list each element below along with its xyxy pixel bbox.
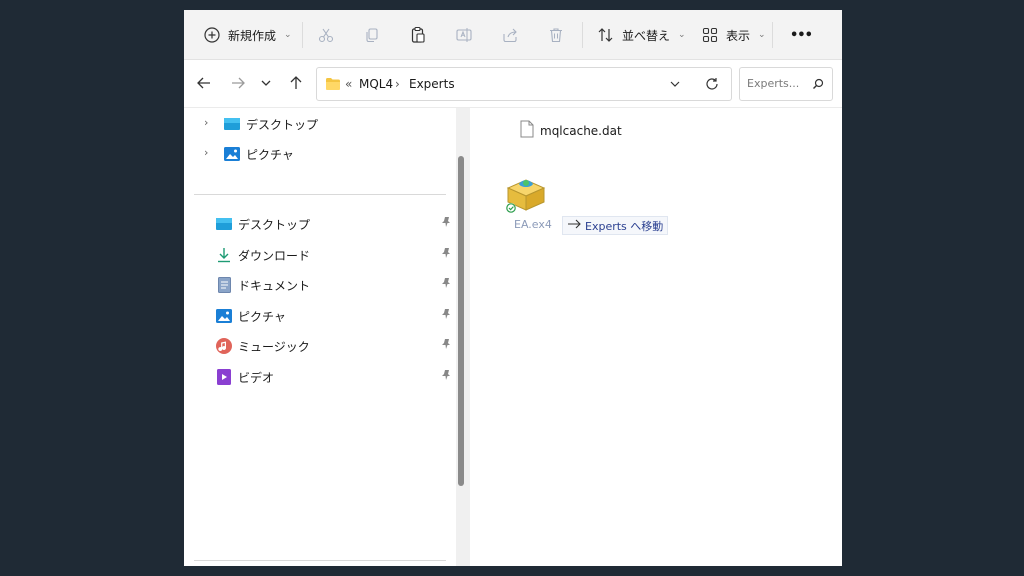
quick-access-desktop[interactable]: デスクトップ <box>184 212 454 236</box>
sidebar-item-pictures[interactable]: › ピクチャ <box>184 142 454 166</box>
sidebar-scrollbar-thumb[interactable] <box>458 156 464 486</box>
desktop-icon <box>224 116 240 132</box>
arrow-right-icon <box>567 219 581 232</box>
file-list: mqlcache.dat EA.ex4 Experts へ移動 <box>474 108 842 566</box>
toolbar-separator <box>582 22 583 48</box>
scissors-icon <box>316 25 336 45</box>
quick-access-downloads[interactable]: ダウンロード <box>184 243 454 267</box>
documents-icon <box>216 277 232 293</box>
dragged-file-name: EA.ex4 <box>514 218 552 231</box>
quick-access-pictures[interactable]: ピクチャ <box>184 304 454 328</box>
chevron-down-icon: ⌄ <box>284 30 292 40</box>
sidebar-item-label: ミュージック <box>238 339 310 354</box>
back-button[interactable] <box>192 72 216 96</box>
quick-access-documents[interactable]: ドキュメント <box>184 273 454 297</box>
sidebar-divider <box>194 560 446 561</box>
plus-circle-icon <box>202 25 222 45</box>
command-bar: 新規作成 ⌄ 並べ替え ⌄ 表示 ⌄ ••• <box>184 10 842 60</box>
refresh-icon[interactable] <box>705 77 719 94</box>
copy-icon <box>362 25 382 45</box>
pin-icon[interactable] <box>440 369 452 384</box>
pictures-icon <box>216 308 232 324</box>
quick-access-music[interactable]: ミュージック <box>184 334 454 358</box>
sidebar-item-label: デスクトップ <box>238 217 311 232</box>
share-icon <box>500 25 520 45</box>
desktop-icon <box>216 216 232 232</box>
navigation-pane: › デスクトップ › ピクチャ デスクトップ ダウンロード ドキュメント ピクチ… <box>184 108 470 566</box>
paste-button[interactable] <box>408 10 428 60</box>
sidebar-item-desktop[interactable]: › デスクトップ <box>184 112 454 136</box>
download-icon <box>216 247 232 263</box>
pin-icon[interactable] <box>440 216 452 231</box>
breadcrumb-separator-icon: › <box>395 77 400 91</box>
file-icon <box>520 120 534 141</box>
file-explorer-window: 新規作成 ⌄ 並べ替え ⌄ 表示 ⌄ ••• « MQL4 › Experts … <box>184 10 842 566</box>
search-input[interactable]: Experts... <box>739 67 833 101</box>
grid-view-icon <box>700 25 720 45</box>
drag-tooltip-label: Experts へ移動 <box>585 219 664 233</box>
breadcrumb-experts[interactable]: Experts <box>409 76 455 92</box>
pin-icon[interactable] <box>440 338 452 353</box>
arrow-left-icon <box>196 75 212 94</box>
sidebar-divider <box>194 194 446 195</box>
copy-button[interactable] <box>362 10 382 60</box>
breadcrumb-overflow[interactable]: « <box>345 76 352 92</box>
address-row: « MQL4 › Experts Experts... <box>184 60 842 108</box>
ex4-file-icon <box>504 179 548 217</box>
recent-locations-button[interactable] <box>254 72 278 96</box>
address-history-chevron-icon[interactable] <box>669 78 681 93</box>
sidebar-item-label: ピクチャ <box>238 309 286 324</box>
view-button[interactable]: 表示 ⌄ <box>700 10 766 60</box>
video-icon <box>216 369 232 385</box>
search-placeholder: Experts... <box>747 77 800 90</box>
chevron-right-icon[interactable]: › <box>204 146 208 159</box>
new-button[interactable]: 新規作成 ⌄ <box>202 10 292 60</box>
sidebar-item-label: ドキュメント <box>238 278 311 293</box>
chevron-down-icon: ⌄ <box>758 30 766 40</box>
sort-button[interactable]: 並べ替え ⌄ <box>596 10 686 60</box>
sidebar-item-label: デスクトップ <box>246 117 319 132</box>
arrow-up-icon <box>288 75 304 94</box>
drag-tooltip: Experts へ移動 <box>562 216 669 235</box>
delete-button[interactable] <box>546 10 566 60</box>
file-item[interactable]: mqlcache.dat <box>520 120 622 141</box>
pin-icon[interactable] <box>440 308 452 323</box>
sidebar-item-label: ビデオ <box>238 370 275 385</box>
rename-button[interactable] <box>454 10 474 60</box>
share-button[interactable] <box>500 10 520 60</box>
address-bar[interactable]: « MQL4 › Experts <box>316 67 732 101</box>
chevron-down-icon: ⌄ <box>678 30 686 40</box>
music-icon <box>216 338 232 354</box>
chevron-right-icon[interactable]: › <box>204 116 208 129</box>
cut-button[interactable] <box>316 10 336 60</box>
more-options-button[interactable]: ••• <box>790 10 813 60</box>
rename-icon <box>454 25 474 45</box>
up-button[interactable] <box>284 72 308 96</box>
pin-icon[interactable] <box>440 277 452 292</box>
dragged-file[interactable]: EA.ex4 <box>504 174 554 231</box>
sidebar-item-label: ピクチャ <box>246 147 294 162</box>
pin-icon[interactable] <box>440 247 452 262</box>
breadcrumb-mql4[interactable]: MQL4 <box>359 76 393 92</box>
search-icon <box>812 78 824 93</box>
clipboard-icon <box>408 25 428 45</box>
folder-icon <box>325 77 341 94</box>
forward-button[interactable] <box>226 72 250 96</box>
file-name: mqlcache.dat <box>540 123 622 138</box>
view-button-label: 表示 <box>726 28 751 43</box>
trash-icon <box>546 25 566 45</box>
toolbar-separator <box>772 22 773 48</box>
sort-arrows-icon <box>596 25 616 45</box>
arrow-right-icon <box>230 75 246 94</box>
sidebar-item-label: ダウンロード <box>238 248 311 263</box>
chevron-down-icon <box>260 77 272 92</box>
quick-access-videos[interactable]: ビデオ <box>184 365 454 389</box>
more-icon: ••• <box>790 27 813 43</box>
toolbar-separator <box>302 22 303 48</box>
sort-button-label: 並べ替え <box>622 28 671 43</box>
pictures-icon <box>224 146 240 162</box>
new-button-label: 新規作成 <box>228 28 277 43</box>
